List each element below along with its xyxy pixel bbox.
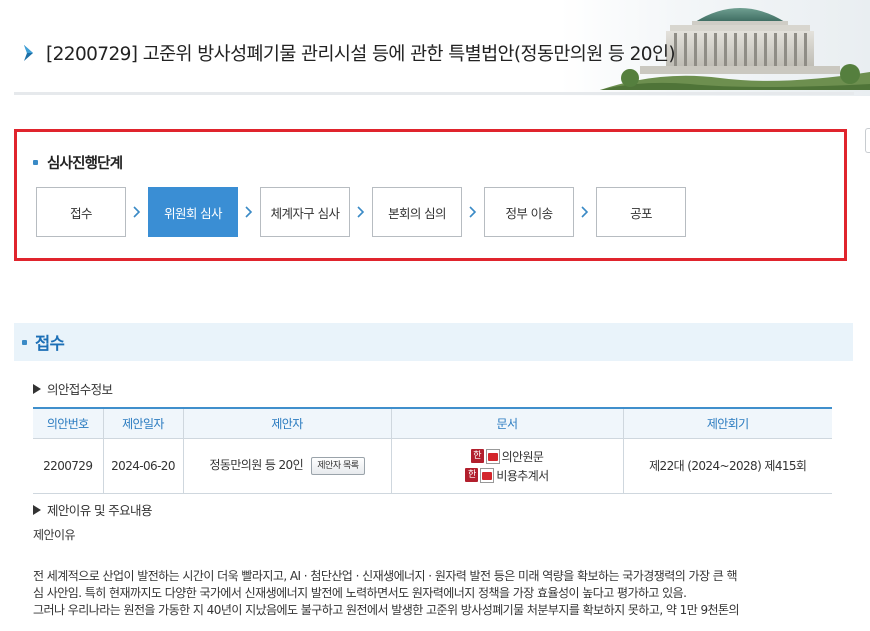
pdf-file-icon[interactable] [485,448,500,464]
chevron-right-icon [126,206,148,218]
col-bill-no: 의안번호 [33,407,103,439]
hwp-file-icon[interactable]: 한 [465,468,479,482]
chevron-right-icon [238,206,260,218]
pdf-file-icon[interactable] [480,467,495,483]
side-tab-handle[interactable] [865,128,870,153]
section-header-received: 접수 [14,323,853,361]
page-header: [2200729] 고준위 방사성폐기물 관리시설 등에 관한 특별법안(정동만… [0,0,870,96]
cell-session: 제22대 (2024~2028) 제415회 [622,438,832,494]
header-divider [14,92,854,95]
hwp-file-icon[interactable]: 한 [470,449,484,463]
receipt-info-table: 의안번호 제안일자 제안자 문서 제안회기 2200729 2024-06-20… [33,407,832,494]
cell-proposer: 정동만의원 등 20인 제안자 목록 [182,438,391,494]
doc-original[interactable]: 한 의안원문 [392,447,623,466]
proposer-text: 정동만의원 등 20인 [209,458,304,473]
col-documents: 문서 [390,407,623,439]
proposer-list-button[interactable]: 제안자 목록 [311,456,365,475]
reason-line-3: 그러나 우리나라는 원전을 가동한 지 40년이 지났음에도 불구하고 원전에서… [33,603,740,617]
bullet-icon [33,160,38,165]
triangle-right-icon [33,383,41,394]
reason-subtitle: 제안이유 [33,528,76,542]
stage-gov-transfer[interactable]: 정부 이송 [484,187,574,237]
review-stage-panel: 심사진행단계 접수 위원회 심사 체계자구 심사 본회의 심의 정부 이송 공포 [14,129,847,261]
cell-documents: 한 의안원문 한 비용추계서 [390,438,623,494]
bill-title: [2200729] 고준위 방사성폐기물 관리시설 등에 관한 특별법안(정동만… [22,40,676,66]
reason-line-2: 심 사안임. 특히 현재까지도 다양한 국가에서 신재생에너지 발전에 노력하면… [33,586,687,600]
stage-heading: 심사진행단계 [33,152,123,173]
chevron-right-icon [574,206,596,218]
reason-heading-text: 제안이유 및 주요내용 [47,503,152,518]
table-header-row: 의안번호 제안일자 제안자 문서 제안회기 [33,407,832,439]
receipt-info-heading: 의안접수정보 [33,379,113,398]
col-session: 제안회기 [622,407,832,439]
cell-date: 2024-06-20 [102,438,183,494]
chevron-right-icon [24,45,33,61]
receipt-info-heading-text: 의안접수정보 [47,382,113,397]
col-proposer: 제안자 [182,407,391,439]
stage-heading-text: 심사진행단계 [47,156,123,172]
stage-committee-review[interactable]: 위원회 심사 [148,187,238,237]
chevron-right-icon [350,206,372,218]
reason-line-1: 전 세계적으로 산업이 발전하는 시간이 더욱 빨라지고, AI · 첨단산업 … [33,569,738,583]
col-date: 제안일자 [102,407,183,439]
cell-bill-no: 2200729 [33,438,103,494]
table-row: 2200729 2024-06-20 정동만의원 등 20인 제안자 목록 한 … [33,438,832,494]
stage-steps: 접수 위원회 심사 체계자구 심사 본회의 심의 정부 이송 공포 [36,187,686,237]
stage-plenary[interactable]: 본회의 심의 [372,187,462,237]
section-title: 접수 [35,334,65,353]
stage-legal-review[interactable]: 체계자구 심사 [260,187,350,237]
bullet-icon [22,339,27,345]
triangle-right-icon [33,504,41,515]
doc-original-link[interactable]: 의안원문 [502,448,544,465]
doc-cost-estimate-link[interactable]: 비용추계서 [496,467,549,484]
bill-title-text: [2200729] 고준위 방사성폐기물 관리시설 등에 관한 특별법안(정동만… [46,44,676,65]
stage-received[interactable]: 접수 [36,187,126,237]
doc-cost-estimate[interactable]: 한 비용추계서 [392,466,623,485]
reason-heading: 제안이유 및 주요내용 [33,500,152,519]
chevron-right-icon [462,206,484,218]
stage-promulgation[interactable]: 공포 [596,187,686,237]
